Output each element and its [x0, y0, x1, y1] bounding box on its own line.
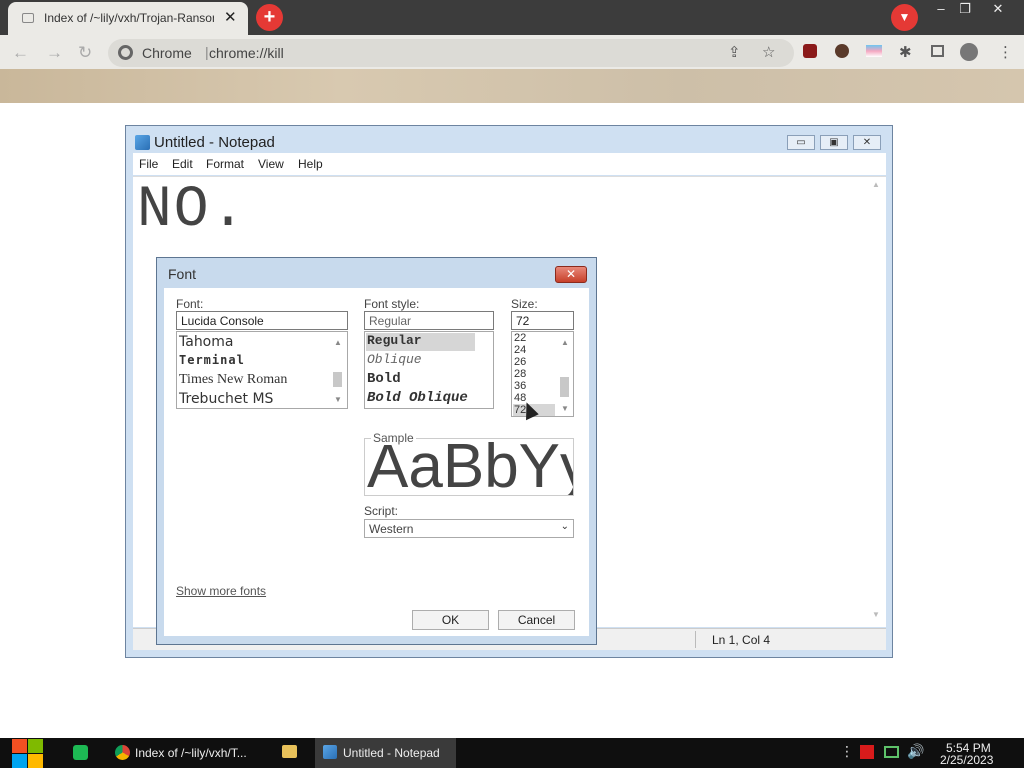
browser-tab[interactable]: Index of /~lily/vxh/Trojan-Ransom ✕ — [8, 2, 248, 35]
extension-avatar-icon[interactable] — [835, 44, 849, 58]
size-list-item[interactable]: 26 — [514, 356, 526, 368]
notepad-content: NO. — [137, 178, 248, 243]
style-label: Font style: — [364, 297, 420, 311]
ublock-extension-icon[interactable] — [803, 44, 817, 58]
page-banner — [0, 69, 1024, 103]
close-window-button[interactable]: ✕ — [983, 1, 1013, 18]
status-divider — [695, 631, 696, 648]
font-style-list[interactable]: Regular Oblique Bold Bold Oblique — [364, 331, 494, 409]
size-list-item[interactable]: 24 — [514, 344, 526, 356]
chrome-logo-icon — [118, 45, 133, 60]
share-icon[interactable]: ⇪ — [728, 43, 741, 61]
clock-date[interactable]: 2/25/2023 — [940, 753, 993, 767]
menu-view[interactable]: View — [258, 157, 284, 171]
font-style-input[interactable]: Regular — [364, 311, 494, 330]
flag-extension-icon[interactable] — [866, 45, 882, 57]
style-list-item[interactable]: Oblique — [367, 352, 422, 367]
size-list-item[interactable]: 28 — [514, 368, 526, 380]
profile-avatar-icon[interactable] — [960, 43, 978, 61]
notepad-taskbar-icon — [323, 745, 337, 759]
notepad-minimize-button[interactable]: ▭ — [787, 135, 815, 150]
side-panel-icon[interactable] — [931, 45, 944, 57]
size-list-item[interactable]: 22 — [514, 332, 526, 344]
new-tab-button[interactable]: + — [256, 4, 283, 31]
volume-icon[interactable]: 🔊 — [907, 743, 924, 760]
action-center-flag-icon[interactable] — [860, 745, 874, 759]
notepad-app-icon — [135, 135, 150, 150]
style-list-item[interactable]: Regular — [367, 333, 422, 348]
show-more-fonts-link[interactable]: Show more fonts — [176, 584, 266, 598]
size-label: Size: — [511, 297, 538, 311]
notepad-maximize-button[interactable]: ▣ — [820, 135, 848, 150]
menu-edit[interactable]: Edit — [172, 157, 193, 171]
menu-kebab-icon[interactable]: ⋮ — [998, 43, 1013, 61]
size-list-item[interactable]: 36 — [514, 380, 526, 392]
address-url[interactable]: chrome://kill — [209, 45, 284, 61]
forward-arrow-icon[interactable]: → — [46, 43, 63, 63]
menu-help[interactable]: Help — [298, 157, 323, 171]
script-value: Western — [369, 522, 414, 536]
tab-title: Index of /~lily/vxh/Trojan-Ransom — [44, 11, 214, 25]
back-arrow-icon[interactable]: ← — [12, 43, 29, 63]
font-list-item[interactable]: Times New Roman — [179, 372, 287, 388]
restore-window-button[interactable]: ❐ — [950, 1, 980, 18]
font-dialog-title: Font — [168, 266, 197, 282]
font-list-item[interactable]: Trebuchet MS — [179, 391, 273, 407]
taskbar-app-notepad-label[interactable]: Untitled - Notepad — [343, 738, 440, 768]
dialog-close-button[interactable]: ✕ — [555, 266, 587, 283]
page-favicon-icon — [22, 13, 34, 23]
notepad-close-button[interactable]: ✕ — [853, 135, 881, 150]
extensions-puzzle-icon[interactable]: ✱ — [899, 43, 912, 61]
scroll-down-icon[interactable]: ▼ — [561, 404, 569, 413]
bookmark-star-icon[interactable]: ☆ — [762, 43, 775, 61]
notepad-title: Untitled - Notepad — [154, 134, 275, 151]
chrome-taskbar-icon — [115, 745, 130, 760]
start-windows-icon[interactable] — [10, 738, 43, 768]
site-chip-label: Chrome — [142, 45, 192, 61]
style-list-item[interactable]: Bold Oblique — [367, 390, 468, 406]
taskbar-app-chrome[interactable]: Index of /~lily/vxh/T... — [135, 738, 247, 768]
menu-file[interactable]: File — [139, 157, 158, 171]
font-list-item[interactable]: Terminal — [179, 353, 245, 367]
font-sample-box: AaBbYyZz — [364, 438, 574, 496]
scroll-up-icon[interactable]: ▲ — [561, 338, 569, 347]
font-list-item[interactable]: Tahoma — [179, 334, 233, 350]
cursor-position: Ln 1, Col 4 — [712, 633, 771, 647]
tray-overflow-icon[interactable]: ⋮ — [840, 743, 854, 760]
notepad-scrollbar[interactable]: ▲ ▼ — [870, 180, 882, 620]
sample-label: Sample — [371, 431, 416, 445]
font-list[interactable]: Tahoma Terminal Times New Roman Trebuche… — [176, 331, 348, 409]
font-list-scroll-thumb[interactable] — [333, 372, 342, 387]
chevron-down-icon: ⌄ — [560, 521, 569, 532]
address-bar[interactable]: Chrome | chrome://kill — [108, 39, 794, 67]
style-list-item[interactable]: Bold — [367, 371, 401, 387]
network-icon[interactable] — [884, 746, 899, 758]
font-name-input[interactable]: Lucida Console — [176, 311, 348, 330]
tab-search-chevron-icon[interactable]: ▼ — [891, 4, 918, 31]
menu-format[interactable]: Format — [206, 157, 244, 171]
scroll-up-icon[interactable]: ▲ — [334, 338, 342, 347]
ok-button[interactable]: OK — [412, 610, 489, 630]
script-label: Script: — [364, 504, 399, 518]
cancel-button[interactable]: Cancel — [498, 610, 575, 630]
sample-text: AaBbYyZz — [367, 438, 573, 496]
tab-close-icon[interactable]: ✕ — [224, 8, 237, 26]
font-size-input[interactable]: 72 — [511, 311, 574, 330]
reload-icon[interactable]: ↻ — [78, 43, 92, 63]
file-explorer-icon[interactable] — [282, 745, 297, 758]
spotify-app-icon[interactable] — [73, 745, 88, 760]
script-select[interactable]: Western ⌄ — [364, 519, 574, 538]
size-list-scroll-thumb[interactable] — [560, 377, 569, 397]
notepad-menubar: File Edit Format View Help — [133, 153, 886, 175]
scroll-down-icon[interactable]: ▼ — [334, 395, 342, 404]
font-label: Font: — [176, 297, 204, 311]
